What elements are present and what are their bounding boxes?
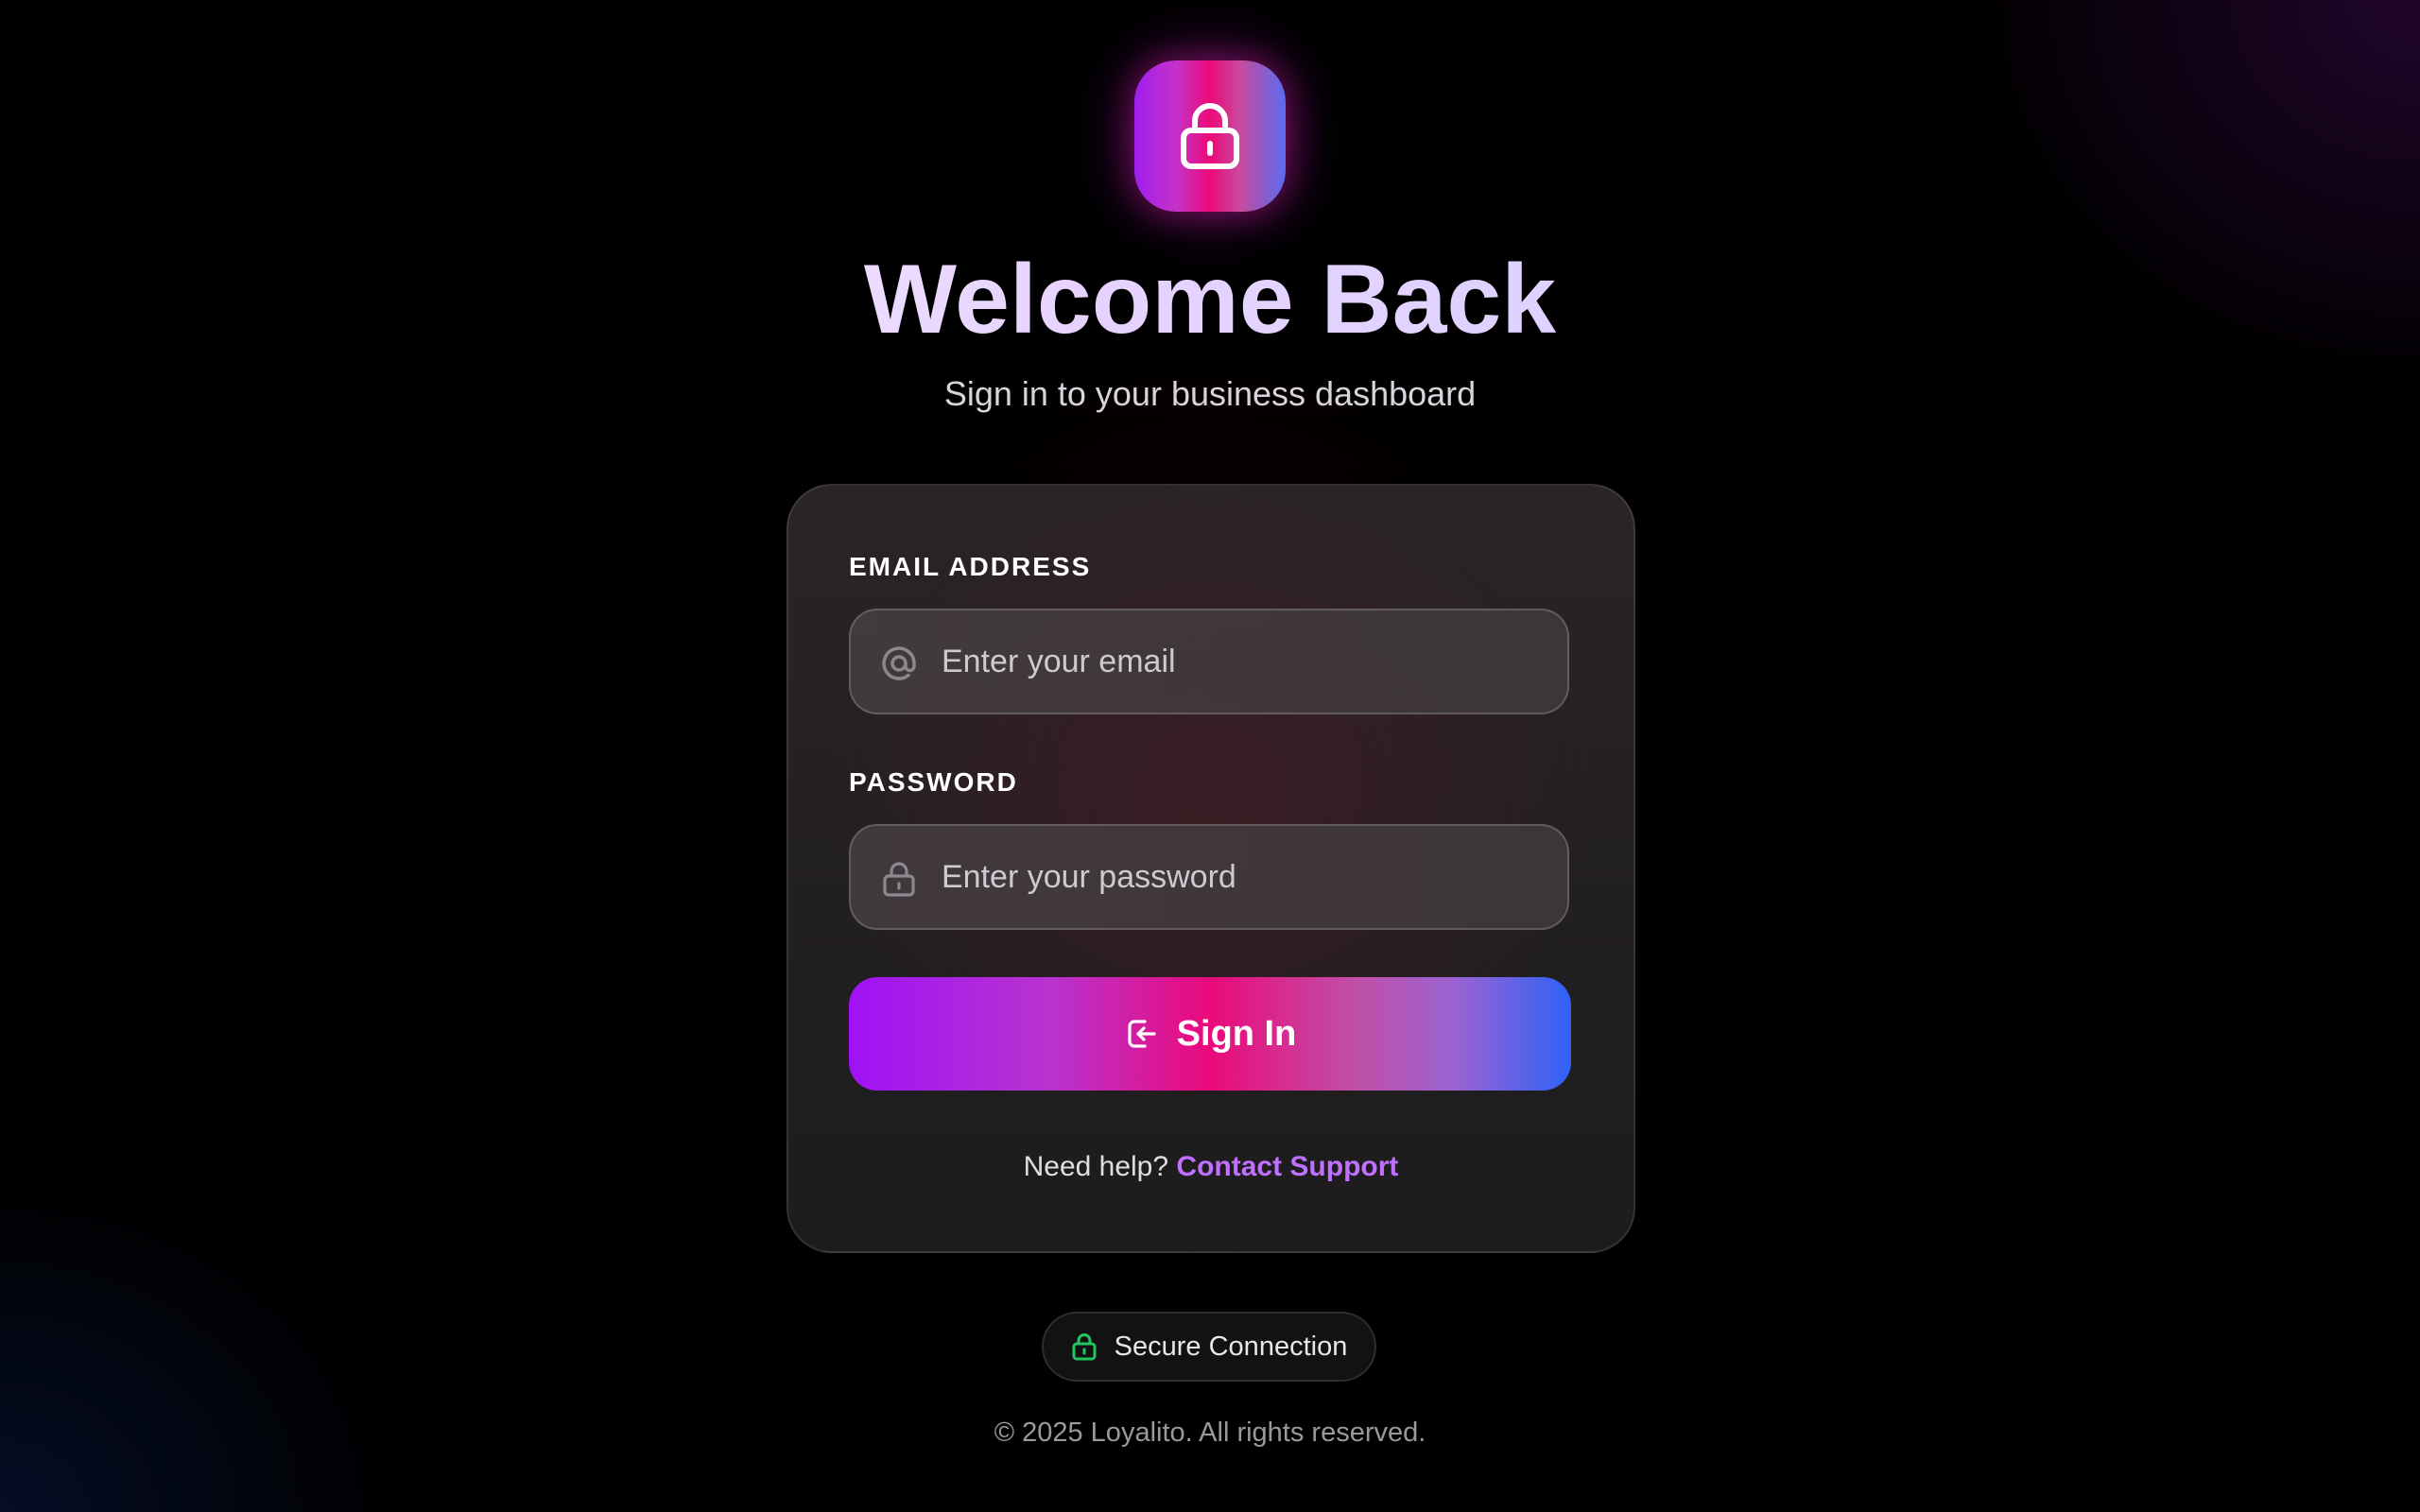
email-input[interactable]: [942, 610, 1547, 713]
password-field-container[interactable]: [849, 824, 1569, 930]
lock-icon: [1181, 103, 1239, 169]
password-label: PASSWORD: [849, 767, 1018, 797]
secure-connection-label: Secure Connection: [1114, 1331, 1348, 1362]
lock-icon: [883, 862, 915, 897]
contact-support-link[interactable]: Contact Support: [1176, 1151, 1398, 1182]
app-logo: [1134, 60, 1286, 212]
login-card: EMAIL ADDRESS PASSWORD Sign In: [786, 484, 1635, 1253]
password-input[interactable]: [942, 826, 1547, 928]
help-text: Need help? Contact Support: [788, 1151, 1634, 1183]
lock-icon: [1072, 1333, 1097, 1361]
help-prompt: Need help?: [1023, 1151, 1169, 1182]
at-sign-icon: [882, 646, 916, 680]
page-subtitle: Sign in to your business dashboard: [943, 374, 1477, 413]
copyright-footer: © 2025 Loyalito. All rights reserved.: [994, 1418, 1426, 1448]
secure-connection-badge: Secure Connection: [1042, 1312, 1376, 1382]
login-icon: [1128, 1020, 1156, 1048]
login-page: Welcome Back Sign in to your business da…: [0, 0, 2420, 1512]
sign-in-button[interactable]: Sign In: [849, 977, 1571, 1091]
email-label: EMAIL ADDRESS: [849, 552, 1092, 581]
email-field-container[interactable]: [849, 609, 1569, 714]
page-title: Welcome Back: [0, 248, 2420, 352]
sign-in-label: Sign In: [1176, 1013, 1297, 1054]
